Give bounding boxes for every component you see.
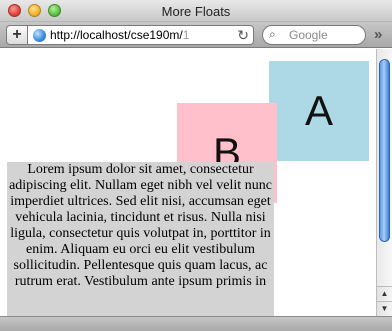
search-icon: ⌕ [269, 27, 276, 41]
page-viewport: A B Lorem ipsum dolor sit amet, consecte… [0, 49, 376, 316]
lorem-paragraph: Lorem ipsum dolor sit amet, consectetur … [7, 162, 274, 316]
search-input[interactable]: ⌕ Google [262, 25, 366, 45]
status-bar [0, 316, 392, 331]
globe-icon [33, 29, 46, 42]
address-text: http://localhost/cse190m/1 [50, 28, 230, 44]
url-dim-suffix: 1 [182, 28, 190, 42]
scroll-thumb[interactable] [379, 59, 390, 242]
float-box-a: A [269, 61, 369, 161]
address-bar[interactable]: http://localhost/cse190m/1 ↻ [28, 25, 254, 45]
add-bookmark-button[interactable]: + [6, 25, 28, 45]
search-placeholder: Google [289, 28, 328, 42]
title-bar: More Floats [0, 0, 392, 22]
reload-icon[interactable]: ↻ [237, 27, 249, 43]
vertical-scrollbar[interactable]: ▲ ▼ [376, 49, 392, 316]
browser-toolbar: + http://localhost/cse190m/1 ↻ ⌕ Google … [0, 22, 392, 48]
scroll-down-icon[interactable]: ▼ [377, 301, 392, 315]
scroll-up-icon[interactable]: ▲ [377, 286, 392, 300]
url-visible: http://localhost/cse190m/ [50, 28, 183, 42]
toolbar-overflow-icon[interactable]: » [374, 26, 382, 43]
window-title: More Floats [161, 4, 231, 19]
